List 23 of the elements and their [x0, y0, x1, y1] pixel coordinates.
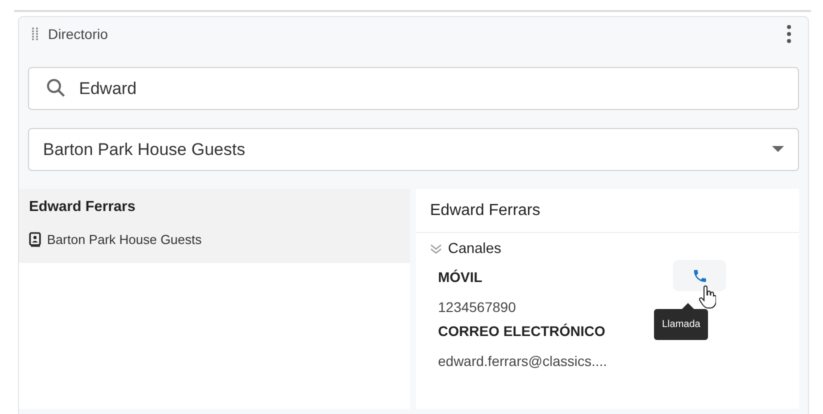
- directory-dropdown[interactable]: Barton Park House Guests: [28, 128, 799, 171]
- channel-label: CORREO ELECTRÓNICO: [438, 323, 606, 339]
- channel-label: MÓVIL: [438, 269, 482, 285]
- tooltip-arrow-icon: [682, 303, 694, 309]
- contact-name: Edward Ferrars: [29, 199, 136, 215]
- directory-name: Barton Park House Guests: [47, 232, 202, 247]
- hand-cursor-icon: [699, 285, 716, 309]
- more-options-icon[interactable]: [787, 24, 791, 42]
- phone-icon: [692, 268, 708, 284]
- search-field[interactable]: Edward: [28, 67, 799, 110]
- tooltip: Llamada: [654, 303, 708, 340]
- drag-handle-icon[interactable]: [31, 26, 39, 40]
- caret-icon: [772, 146, 784, 153]
- channel-value: edward.ferrars@classics....: [438, 353, 608, 369]
- call-button[interactable]: [673, 260, 726, 291]
- search-icon: [46, 78, 66, 98]
- channel-value: 1234567890: [438, 299, 516, 315]
- address-book-icon: [29, 232, 41, 247]
- chevron-icon: [430, 243, 442, 255]
- panel-title: Directorio: [48, 26, 109, 42]
- channels-section-toggle[interactable]: Canales: [430, 241, 777, 257]
- contact-detail-name: Edward Ferrars: [416, 189, 799, 233]
- contact-list-item[interactable]: Edward Ferrars Barton Park House Guests: [19, 189, 410, 263]
